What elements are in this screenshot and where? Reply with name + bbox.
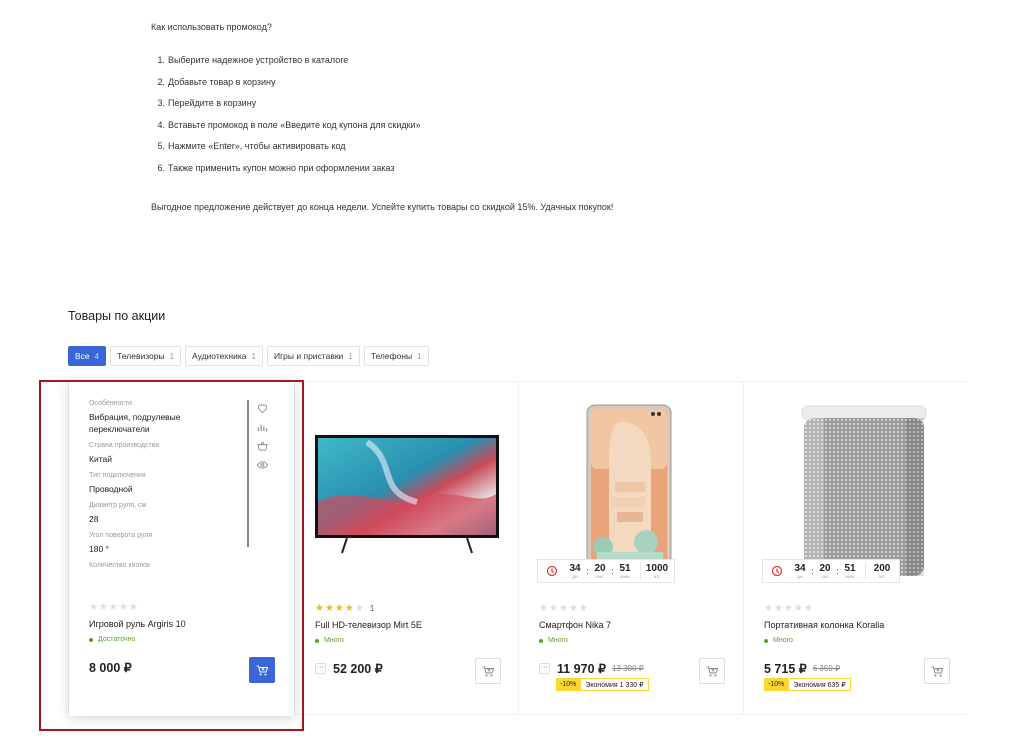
instruction-step: 6. Также применить купон можно при оформл… <box>157 162 395 173</box>
price-row: ··· 11 970 ₽ 13 300 ₽ <box>539 661 644 676</box>
discount-badge: -10% Экономия 635 ₽ <box>764 678 851 691</box>
product-name[interactable]: Игровой руль Argiris 10 <box>89 619 186 629</box>
tab-games[interactable]: Игры и приставки 1 <box>266 346 360 366</box>
discount-badge: -10% Экономия 1 330 ₽ <box>556 678 649 691</box>
spec-item: Особенности Вибрация, подрулевые переклю… <box>89 400 181 434</box>
cart-icon <box>706 666 718 676</box>
rating-stars: ★★★★★ <box>539 603 589 614</box>
rating-stars: ★★★★ ★ 1 <box>315 603 375 614</box>
more-options-button[interactable]: ··· <box>315 663 326 674</box>
product-price: 8 000 ₽ <box>89 661 132 675</box>
stock-status: Достаточно <box>89 636 135 643</box>
clock-icon <box>546 565 558 577</box>
stock-status: Много <box>764 637 793 644</box>
spec-item: Страна производства Китай <box>89 442 160 464</box>
cart-icon <box>931 666 943 676</box>
product-name[interactable]: Портативная колонка Koralia <box>764 620 884 630</box>
instruction-step: 1. Выберите надежное устройство в каталог… <box>157 55 349 65</box>
timer-quantity: 200 ШТ <box>873 563 891 579</box>
timer-minutes: 51 МИН <box>844 563 856 579</box>
add-to-cart-button[interactable] <box>699 658 725 684</box>
stock-status: Много <box>539 637 568 644</box>
economy-amount: Экономия 1 330 ₽ <box>580 678 649 691</box>
product-card[interactable]: Особенности Вибрация, подрулевые переклю… <box>69 381 294 716</box>
old-price: 13 300 ₽ <box>611 664 644 673</box>
add-to-cart-button[interactable] <box>249 657 275 683</box>
section-title: Товары по акции <box>68 309 166 323</box>
card-actions <box>257 403 268 470</box>
product-card[interactable]: 34 ДН : 20 ЧАС : 51 МИН 200 ШТ ★★★★★ Портати… <box>743 382 968 714</box>
timer-hours: 20 ЧАС <box>594 563 606 579</box>
instructions-list: 1. Выберите надежное устройство в каталог… <box>151 55 421 184</box>
tab-audio[interactable]: Аудиотехника 1 <box>185 346 263 366</box>
product-name[interactable]: Full HD-телевизор Mirt 5E <box>315 620 422 630</box>
spec-item: Тип подключения Проводной <box>89 472 146 494</box>
discount-percent: -10% <box>764 678 789 691</box>
countdown-timer: 34 ДН : 20 ЧАС : 51 МИН 200 ШТ <box>762 559 900 583</box>
add-to-cart-button[interactable] <box>924 658 950 684</box>
quick-buy-icon[interactable] <box>257 441 268 451</box>
price-row: 5 715 ₽ 6 350 ₽ <box>764 661 840 676</box>
price-row: 8 000 ₽ <box>89 660 132 675</box>
spec-item: Количество кнопок <box>89 562 151 569</box>
price-row: ··· 52 200 ₽ <box>315 661 383 676</box>
product-price: 11 970 ₽ <box>557 662 606 676</box>
instruction-step: 3. Перейдите в корзину <box>157 98 257 108</box>
category-tabs: Все 4 Телевизоры 1 Аудиотехника 1 Игры и пр… <box>68 346 429 366</box>
rating-stars: ★★★★★ <box>764 603 814 614</box>
more-options-button[interactable]: ··· <box>539 663 550 674</box>
product-specs: Особенности Вибрация, подрулевые переклю… <box>89 399 229 577</box>
spec-item: Угол поворота руля 180 ° <box>89 532 153 554</box>
cart-icon <box>482 666 494 676</box>
economy-amount: Экономия 635 ₽ <box>788 678 851 691</box>
product-name[interactable]: Смартфон Nika 7 <box>539 620 611 630</box>
rating-stars: ★★★★★ <box>89 602 139 613</box>
compare-icon[interactable] <box>257 422 268 432</box>
spec-item: Диаметр руля, см 28 <box>89 502 147 524</box>
timer-quantity: 1000 ШТ <box>645 563 669 579</box>
product-card[interactable]: ★★★★ ★ 1 Full HD-телевизор Mirt 5E Много ·… <box>294 382 519 714</box>
product-card[interactable]: 34 ДН : 20 ЧАС : 51 МИН 1000 ШТ ★★★★★ Смартф… <box>518 382 743 714</box>
tab-all[interactable]: Все 4 <box>68 346 107 366</box>
timer-hours: 20 ЧАС <box>819 563 831 579</box>
instructions-title: Как использовать промокод? <box>151 22 272 32</box>
instruction-step: 2. Добавьте товар в корзину <box>157 76 276 87</box>
instruction-step: 4. Вставьте промокод в поле «Введите код … <box>157 119 421 130</box>
offer-note: Выгодное предложение действует до конца … <box>151 202 614 212</box>
stock-status: Много <box>315 637 344 644</box>
timer-minutes: 51 МИН <box>619 563 631 579</box>
timer-days: 34 ДН <box>569 563 581 579</box>
old-price: 6 350 ₽ <box>812 664 841 673</box>
eye-icon[interactable] <box>257 460 268 470</box>
specs-scrollbar[interactable] <box>247 400 249 547</box>
instruction-step: 5. Нажмите «Enter», чтобы активировать ко… <box>157 141 346 151</box>
add-to-cart-button[interactable] <box>475 658 501 684</box>
product-price: 5 715 ₽ <box>764 662 807 676</box>
countdown-timer: 34 ДН : 20 ЧАС : 51 МИН 1000 ШТ <box>537 559 675 583</box>
product-image[interactable] <box>307 402 507 587</box>
clock-icon <box>771 565 783 577</box>
product-price: 52 200 ₽ <box>333 662 383 676</box>
product-grid: Особенности Вибрация, подрулевые переклю… <box>68 381 968 716</box>
tab-phones[interactable]: Телефоны 1 <box>363 346 429 366</box>
cart-icon <box>256 665 268 675</box>
tab-tvs[interactable]: Телевизоры 1 <box>110 346 182 366</box>
discount-percent: -10% <box>556 678 581 691</box>
timer-days: 34 ДН <box>794 563 806 579</box>
heart-icon[interactable] <box>257 403 268 413</box>
